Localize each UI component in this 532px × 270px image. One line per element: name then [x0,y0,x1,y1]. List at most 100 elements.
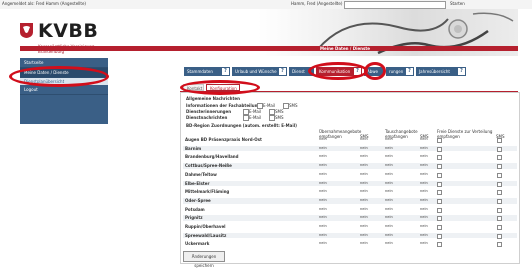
cell-value: nein [360,145,368,150]
free-duty-sms-checkbox[interactable] [497,242,502,248]
region-name: Spreewald/Lausitz [185,232,227,238]
table-row: Spreewald/Lausitz nein nein nein nein [183,232,517,239]
region-name: Ruppin/Oberhavel [185,224,226,229]
setting-label: Diensterinnerungen [186,109,232,114]
free-duty-checkbox[interactable] [437,190,442,196]
start-link[interactable]: Starten [450,1,465,6]
cell-value: nein [385,197,393,202]
region-name: Prignitz [185,215,203,221]
cell-value: nein [420,197,428,202]
cell-value: nein [420,241,428,246]
table-row: Potsdam nein nein nein nein [183,207,517,213]
cell-value: nein [385,154,393,159]
free-duty-checkbox[interactable] [437,138,442,143]
region-name: Barnim [185,145,202,151]
free-duty-checkbox[interactable] [437,155,442,161]
email-label: E-Mail [249,109,262,114]
login-status: Angemeldet als: Fred Hamm (Angestellte) [2,1,86,6]
free-duty-sms-checkbox[interactable] [497,164,502,170]
user-name: Hamm, Fred (Angestellte) [291,1,343,6]
region-name: Augen BD Präsenzpraxis Nord-Ost [185,137,262,142]
setting-label: Informationen der Fachabteilung [186,103,261,108]
free-duty-sms-checkbox[interactable] [497,181,502,187]
highlight-ellipse-tab-small [364,62,386,80]
free-duty-sms-checkbox[interactable] [497,172,502,178]
cell-value: nein [360,224,368,228]
cell-value: nein [360,163,368,168]
free-duty-sms-checkbox[interactable] [497,198,502,204]
cell-value: nein [319,232,327,237]
free-duty-sms-checkbox[interactable] [497,216,502,222]
tab-label: Jahresübersicht [419,69,450,74]
free-duty-sms-checkbox[interactable] [497,155,502,161]
tab-label: Urlaub und Wünsche [235,69,277,74]
table-row: Cottbus/Spree-Neiße nein nein nein nein [183,163,517,170]
free-duty-checkbox[interactable] [437,207,442,213]
free-duty-sms-checkbox[interactable] [497,233,502,239]
free-duty-checkbox[interactable] [437,233,442,239]
tab-label: Stammdaten [187,69,213,74]
table-row: Oder-Spree nein nein nein nein [183,197,517,204]
cell-value: nein [319,145,327,150]
breadcrumb: Meine Daten / Dienste [320,46,371,51]
help-icon[interactable]: ? [279,68,286,75]
cell-value: nein [385,224,393,228]
region-name: Oder-Spree [185,197,211,203]
email-label: E-Mail [263,103,276,108]
cell-value: nein [360,189,368,194]
sms-label: SMS [289,103,298,108]
region-name: Cottbus/Spree-Neiße [185,163,232,169]
section-heading: Allgemeine Nachrichten [186,96,240,101]
free-duty-sms-checkbox[interactable] [497,225,502,230]
save-button[interactable]: Änderungen speichern [183,251,225,268]
free-duty-checkbox[interactable] [437,164,442,170]
free-duty-checkbox[interactable] [437,172,442,178]
cell-value: nein [360,215,368,220]
cell-value: nein [420,180,428,185]
cell-value: nein [385,232,393,237]
free-duty-checkbox[interactable] [437,146,442,152]
help-icon[interactable]: ? [406,68,413,75]
free-duty-sms-checkbox[interactable] [497,146,502,152]
table-row: Dahme/Teltow nein nein nein nein [183,172,517,178]
cell-value: nein [420,224,428,228]
highlight-ellipse-tab [308,62,368,80]
cell-value: nein [360,180,368,185]
tab-jahresuebersicht[interactable]: Jahresübersicht? [416,67,466,76]
free-duty-checkbox[interactable] [437,242,442,248]
free-duty-checkbox[interactable] [437,225,442,230]
free-duty-sms-checkbox[interactable] [497,138,502,143]
region-name: Uckermark [185,241,210,247]
cell-value: nein [420,163,428,168]
cell-value: nein [319,197,327,202]
tab-aenderungen[interactable]: rungen? [386,67,414,76]
free-duty-checkbox[interactable] [437,216,442,222]
top-search-field[interactable] [344,1,446,9]
region-name: Mittelmark/Fläming [185,189,230,195]
free-duty-checkbox[interactable] [437,181,442,187]
sms-label: SMS [275,109,284,114]
cell-value: nein [420,232,428,237]
free-duty-sms-checkbox[interactable] [497,190,502,196]
cell-value: nein [385,206,393,211]
table-row: Augen BD Präsenzpraxis Nord-Ost nein nein n… [183,137,517,143]
cell-value: nein [420,137,428,141]
setting-label: Dienstnachrichten [186,115,228,120]
tab-urlaub[interactable]: Urlaub und Wünsche? [232,67,287,76]
table-row: Uckermark nein nein nein nein [183,241,517,248]
help-icon[interactable]: ? [222,68,229,75]
free-duty-sms-checkbox[interactable] [497,207,502,213]
cell-value: nein [360,241,368,246]
free-duty-checkbox[interactable] [437,198,442,204]
cell-value: nein [385,163,393,168]
cell-value: nein [385,189,393,194]
cell-value: nein [385,137,393,141]
cell-value: nein [360,197,368,202]
cell-value: nein [360,171,368,176]
cell-value: nein [360,206,368,211]
brandenburg-shield-icon [20,23,33,38]
sms-label: SMS [275,115,284,120]
help-icon[interactable]: ? [458,68,465,75]
tab-stammdaten[interactable]: Stammdaten? [184,67,230,76]
table-row: Ruppin/Oberhavel nein nein nein nein [183,224,517,230]
